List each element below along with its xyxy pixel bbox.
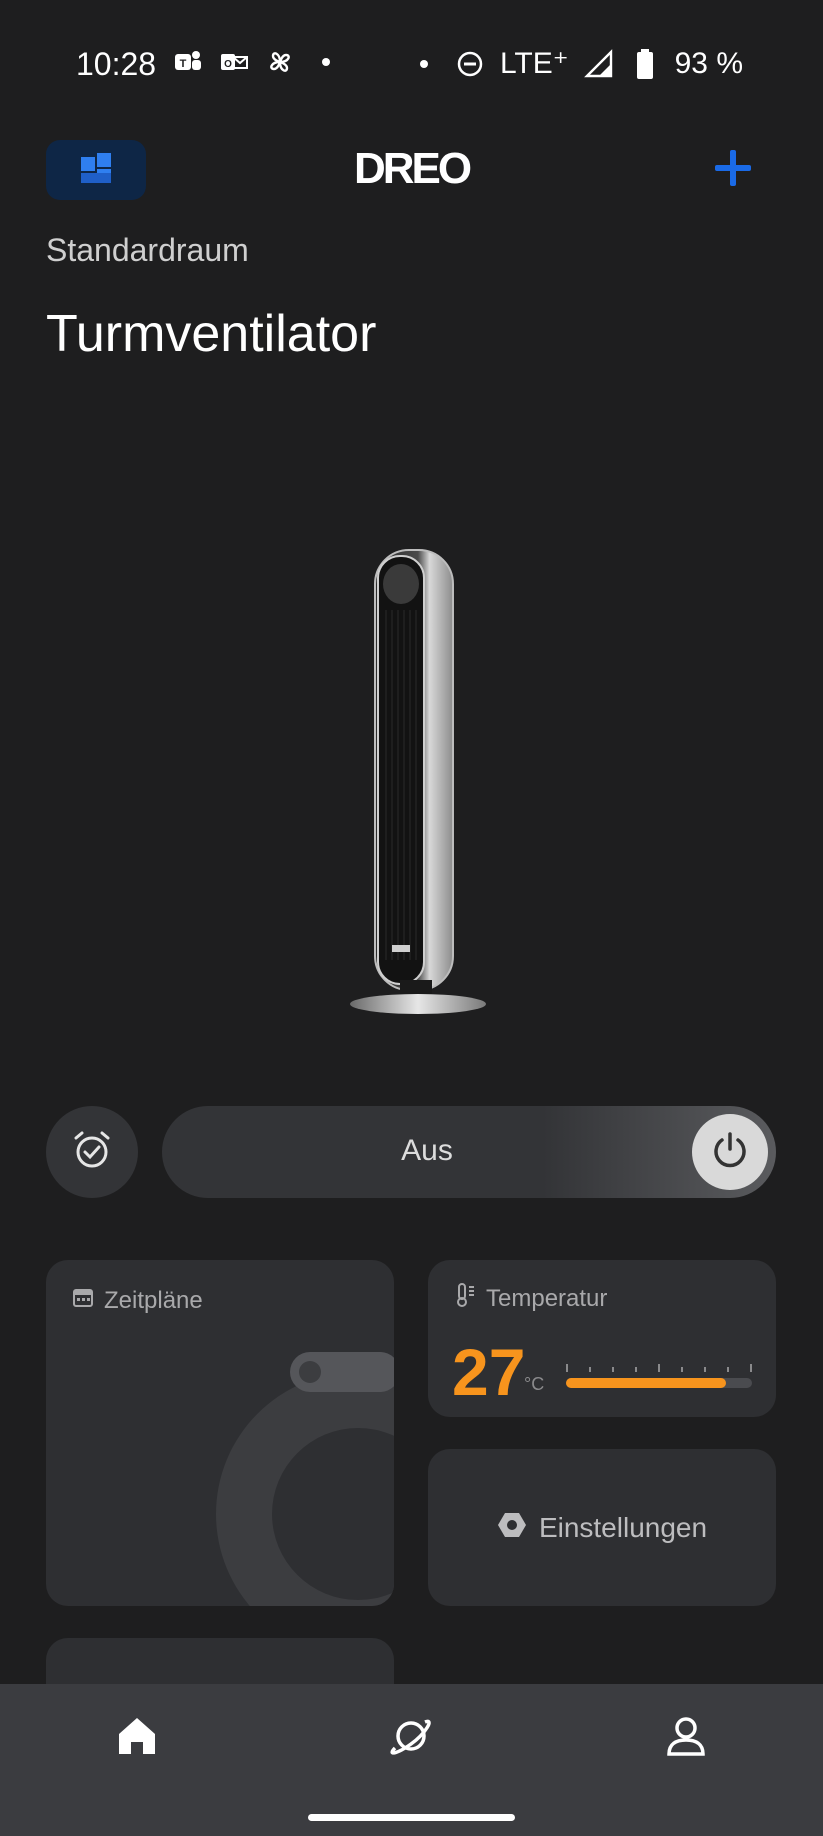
temperature-tick: [750, 1364, 752, 1372]
svg-text:T: T: [180, 58, 187, 70]
power-toggle-knob[interactable]: [692, 1114, 768, 1190]
svg-text:O: O: [224, 59, 232, 70]
schedules-card[interactable]: Zeitpläne: [46, 1260, 394, 1606]
clock-illustration: [46, 1260, 394, 1606]
room-name: Standardraum: [46, 232, 249, 268]
network-type: LTE⁺: [499, 47, 569, 80]
dnd-icon: [454, 48, 486, 80]
settings-card[interactable]: Einstellungen: [428, 1449, 776, 1606]
temperature-tick: [612, 1367, 614, 1372]
power-icon: [709, 1129, 751, 1176]
alarm-check-icon: [71, 1129, 113, 1176]
temperature-value: 27: [452, 1335, 526, 1409]
nav-profile[interactable]: [658, 1710, 714, 1766]
planet-icon: [387, 1712, 435, 1765]
temperature-unit: °C: [524, 1374, 545, 1394]
temperature-tick: [704, 1367, 706, 1372]
temperature-title: Temperatur: [486, 1284, 608, 1312]
temperature-card[interactable]: Temperatur 27 °C: [428, 1260, 776, 1417]
status-bar: 10:28 T O LTE⁺ 93 %: [0, 0, 823, 130]
home-icon: [115, 1714, 159, 1763]
temperature-tick: [589, 1367, 591, 1372]
fan-app-icon: [264, 46, 296, 78]
signal-icon: [583, 48, 615, 80]
temperature-tick: [681, 1367, 683, 1372]
temperature-tick: [635, 1367, 637, 1372]
nav-home[interactable]: [109, 1710, 165, 1766]
status-time: 10:28: [76, 46, 157, 82]
notification-dot: [322, 58, 330, 66]
brand-logo: DREO: [353, 144, 472, 193]
temperature-tick: [658, 1364, 660, 1372]
power-slider[interactable]: Aus: [162, 1106, 776, 1198]
plus-icon: [711, 150, 755, 194]
profile-icon: [664, 1714, 708, 1763]
settings-label: Einstellungen: [538, 1511, 708, 1543]
temperature-ticks: [566, 1364, 752, 1372]
battery-level: 93 %: [674, 46, 743, 80]
battery-icon: [629, 48, 661, 80]
teams-icon: T: [172, 46, 204, 78]
tower-fan-image: [340, 540, 490, 1020]
timer-button[interactable]: [46, 1106, 138, 1198]
add-device-button[interactable]: [711, 146, 755, 190]
power-state-label: Aus: [401, 1134, 453, 1167]
temperature-level-fill: [566, 1378, 726, 1388]
outlook-icon: O: [218, 46, 250, 78]
notification-dot: [419, 59, 428, 68]
temperature-level-bar: [566, 1378, 752, 1388]
hexagon-settings-icon: [497, 1510, 527, 1545]
temperature-tick: [727, 1367, 729, 1372]
device-name: Turmventilator: [46, 305, 377, 363]
temperature-tick: [566, 1364, 568, 1372]
nav-explore[interactable]: [383, 1710, 439, 1766]
thermometer-icon: [454, 1282, 476, 1315]
home-indicator[interactable]: [308, 1814, 515, 1821]
